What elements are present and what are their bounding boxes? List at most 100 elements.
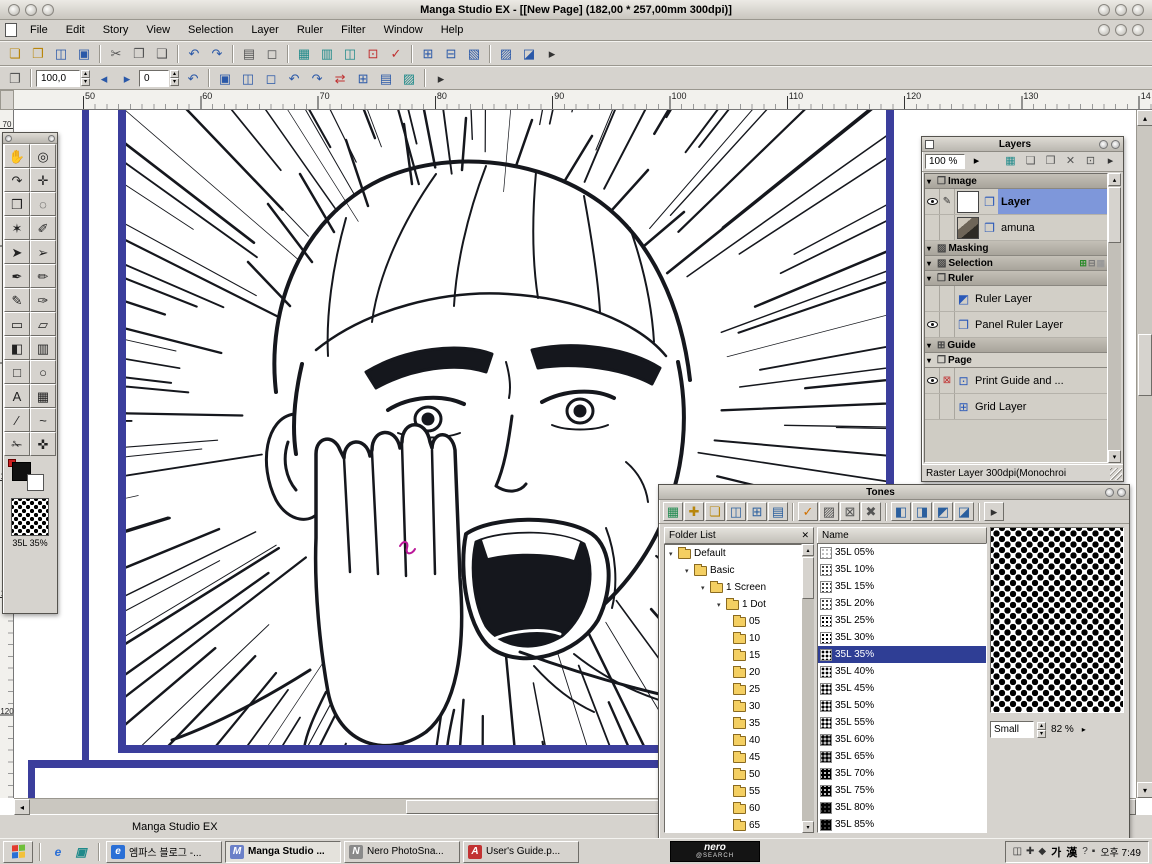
vertical-scrollbar[interactable]: ▴ ▾	[1136, 110, 1152, 798]
rotate-reset-button[interactable]: ↶	[182, 68, 204, 88]
edit-toggle[interactable]	[940, 215, 955, 240]
tone-name-header[interactable]: Name	[817, 527, 987, 544]
zoom-field[interactable]: 100,0	[36, 70, 80, 87]
scroll-up-button[interactable]: ▴	[1137, 110, 1152, 126]
copy-button[interactable]: ❐	[128, 44, 150, 64]
tones-titlebar[interactable]: Tones	[659, 485, 1129, 500]
new-layer-button[interactable]: ❏	[1021, 153, 1040, 170]
edit-toggle[interactable]	[940, 312, 955, 337]
tone-item-35l-05[interactable]: 35L 05%	[818, 544, 986, 561]
fit-width-button[interactable]: ◫	[237, 68, 259, 88]
folder-basic[interactable]: ▾Basic	[665, 562, 801, 579]
tone-folder-up-button[interactable]: ❏	[705, 502, 725, 521]
tone-item-35l-55[interactable]: 35L 55%	[818, 714, 986, 731]
scroll-left-button[interactable]: ◂	[14, 799, 30, 815]
folder-25[interactable]: 25	[665, 681, 801, 698]
layer-name[interactable]: Ruler Layer	[972, 286, 1107, 311]
folder-15[interactable]: 15	[665, 647, 801, 664]
tone-item-35l-60[interactable]: 35L 60%	[818, 731, 986, 748]
layers-zoom-value[interactable]: 100 %	[925, 154, 965, 169]
page-manager-button[interactable]: ▥	[316, 44, 338, 64]
pen-tool[interactable]: ✒	[4, 264, 30, 288]
line-tool[interactable]: ∕	[4, 408, 30, 432]
document-icon[interactable]	[5, 23, 17, 37]
lock-layer-button[interactable]: ⊡	[1081, 153, 1100, 170]
rotate-right-button[interactable]: ↷	[306, 68, 328, 88]
layer-group-image[interactable]: ▾❒Image	[925, 174, 1107, 189]
tone-item-35l-40[interactable]: 35L 40%	[818, 663, 986, 680]
zoom-in-button[interactable]: ▸	[116, 68, 138, 88]
scroll-down-button[interactable]: ▾	[1137, 782, 1152, 798]
collapse-icon[interactable]: ▾	[927, 341, 935, 350]
measure-tool[interactable]: ✜	[30, 432, 56, 456]
ime-hanja-indicator[interactable]: 漢	[1066, 844, 1077, 860]
layer-name[interactable]: Panel Ruler Layer	[972, 312, 1107, 337]
expand-icon[interactable]: ▾	[717, 601, 726, 609]
menu-story[interactable]: Story	[94, 21, 138, 39]
menu-view[interactable]: View	[137, 21, 179, 39]
object-selector-tool[interactable]: ➤	[4, 240, 30, 264]
tone-render-button[interactable]: ⊠	[840, 502, 860, 521]
preview-size-select[interactable]: Small	[990, 721, 1034, 738]
layer-name[interactable]: Print Guide and ...	[972, 368, 1107, 393]
tray-icon-2[interactable]: ✚	[1026, 846, 1034, 857]
visibility-toggle[interactable]	[925, 189, 940, 214]
materials-button[interactable]: ▨	[495, 44, 517, 64]
vertical-scroll-thumb[interactable]	[1138, 334, 1152, 396]
folder-30[interactable]: 30	[665, 698, 801, 715]
ime-korean-indicator[interactable]: 가	[1051, 844, 1061, 860]
tones-collapse-button[interactable]	[1105, 488, 1114, 497]
two-page-view-button[interactable]: ◫	[339, 44, 361, 64]
ellipse-tool[interactable]: ○	[30, 360, 56, 384]
layers-zoom-menu-button[interactable]: ▸	[967, 153, 986, 170]
folder-list-close-icon[interactable]: ✕	[801, 530, 809, 541]
tree-scrollbar[interactable]: ▴ ▾	[802, 544, 814, 833]
edit-toggle[interactable]: ✎	[940, 189, 955, 214]
tree-scroll-thumb[interactable]	[802, 557, 814, 599]
layer-group-masking[interactable]: ▾▨Masking	[925, 241, 1107, 256]
expand-icon[interactable]: ▾	[669, 550, 678, 558]
cut-button[interactable]: ✂	[105, 44, 127, 64]
tray-icon-1[interactable]: ◫	[1013, 846, 1022, 857]
tone-view-2-button[interactable]: ◨	[912, 502, 932, 521]
edit-toggle[interactable]	[940, 394, 955, 419]
layers-close-button[interactable]	[1111, 140, 1120, 149]
selection-pen-tool[interactable]: ✐	[30, 216, 56, 240]
snap-guide-button[interactable]: ▤	[375, 68, 397, 88]
hand-tool[interactable]: ✋	[4, 144, 30, 168]
folder-20[interactable]: 20	[665, 664, 801, 681]
folder-55[interactable]: 55	[665, 783, 801, 800]
new-folder-button[interactable]: ❒	[1041, 153, 1060, 170]
menu-selection[interactable]: Selection	[179, 21, 242, 39]
layers-resize-grip[interactable]	[1110, 468, 1122, 480]
tray-icon-3[interactable]: ◆	[1038, 846, 1046, 857]
collapse-icon[interactable]: ▾	[927, 177, 935, 186]
tone-item-35l-70[interactable]: 35L 70%	[818, 765, 986, 782]
titlebar-left-button-2[interactable]	[25, 4, 37, 16]
layers-titlebar[interactable]: Layers	[922, 137, 1123, 152]
preview-size-spinner[interactable]: ▴▾	[1037, 722, 1046, 738]
check-page-button[interactable]: ✓	[385, 44, 407, 64]
visibility-toggle[interactable]	[925, 394, 940, 419]
layer-row-amuna[interactable]: ❐amuna	[925, 215, 1107, 241]
layer-group-guide[interactable]: ▾⊞Guide	[925, 338, 1107, 353]
folder-60[interactable]: 60	[665, 800, 801, 817]
tone-panes-button[interactable]: ◫	[726, 502, 746, 521]
collapse-icon[interactable]: ▾	[927, 244, 935, 253]
tone-view-1-button[interactable]: ◧	[891, 502, 911, 521]
save-button[interactable]: ◫	[50, 44, 72, 64]
mdi-close-button[interactable]	[1132, 24, 1144, 36]
page-setup-button[interactable]: ❐	[4, 68, 26, 88]
nero-search-widget[interactable]: nero @SEARCH	[670, 841, 760, 862]
folder-10[interactable]: 10	[665, 630, 801, 647]
lasso-tool[interactable]: ◌	[30, 192, 56, 216]
print-button[interactable]: ▤	[238, 44, 260, 64]
quicklaunch-desktop[interactable]: ▣	[70, 842, 92, 862]
pointer-tool[interactable]: ➢	[30, 240, 56, 264]
tone-item-35l-85[interactable]: 35L 85%	[818, 816, 986, 833]
layer-row-print-guide-and[interactable]: ⊠⊡Print Guide and ...	[925, 368, 1107, 394]
print-preview-button[interactable]: ◻	[261, 44, 283, 64]
menu-help[interactable]: Help	[432, 21, 473, 39]
collapse-icon[interactable]: ▾	[927, 356, 935, 365]
rectangle-tool[interactable]: □	[4, 360, 30, 384]
